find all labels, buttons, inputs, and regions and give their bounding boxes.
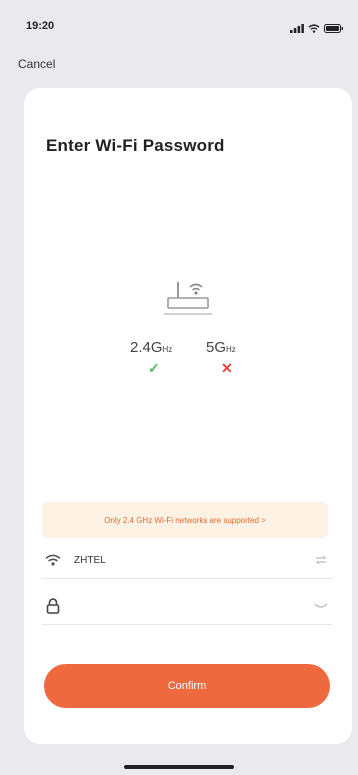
band-support-notice-text: Only 2.4 GHz Wi-Fi networks are supporte… — [104, 515, 266, 525]
page-title: Enter Wi-Fi Password — [46, 136, 225, 155]
password-field[interactable] — [42, 588, 332, 625]
home-indicator — [124, 765, 234, 769]
eye-closed-icon[interactable] — [310, 602, 332, 610]
cancel-button[interactable]: Cancel — [18, 57, 55, 71]
band-2-4ghz-label: 2.4GHz — [130, 339, 172, 356]
battery-icon — [324, 20, 344, 38]
wifi-status-icon — [308, 20, 320, 38]
band-5ghz-label: 5GHz — [206, 339, 236, 356]
lock-icon — [42, 598, 64, 614]
band-5ghz-value: 5G — [206, 339, 227, 356]
band-2-4ghz-value: 2.4G — [130, 339, 163, 356]
band-2-4ghz-unit: Hz — [162, 345, 173, 354]
band-5ghz-unit: Hz — [226, 345, 236, 354]
wifi-password-card: Enter Wi-Fi Password 2.4GHz 5GHz ✓ ✕ Onl… — [24, 88, 352, 744]
ssid-field[interactable]: ZHTEL — [42, 542, 332, 579]
signal-icon — [290, 20, 304, 38]
wifi-icon — [42, 554, 64, 566]
cross-icon: ✕ — [221, 360, 233, 376]
status-bar: 19:20 — [0, 0, 358, 44]
password-input[interactable] — [74, 599, 310, 613]
ssid-value: ZHTEL — [74, 554, 106, 566]
status-icons — [290, 20, 344, 38]
router-icon — [160, 278, 216, 318]
band-support-notice[interactable]: Only 2.4 GHz Wi-Fi networks are supporte… — [42, 502, 328, 538]
status-time: 19:20 — [26, 20, 55, 32]
check-icon: ✓ — [148, 360, 160, 376]
switch-network-icon[interactable] — [310, 555, 332, 565]
confirm-button[interactable]: Confirm — [44, 664, 330, 708]
